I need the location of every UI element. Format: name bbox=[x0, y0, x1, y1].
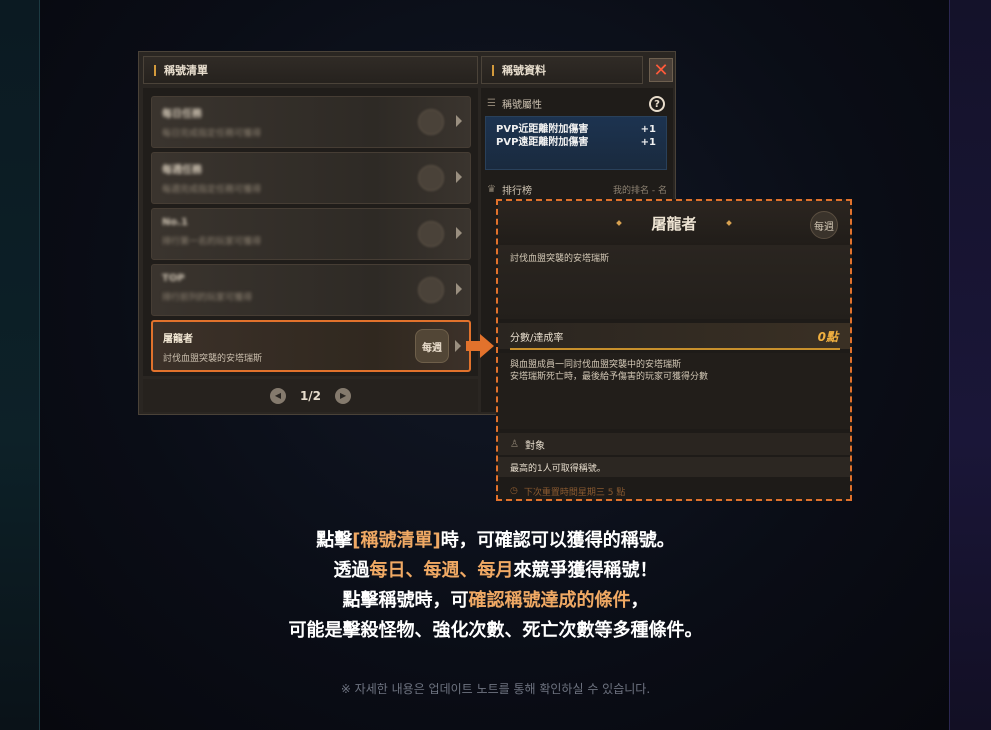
period-badge bbox=[418, 109, 444, 135]
caption-text: ， bbox=[630, 590, 649, 611]
caption-line-4: 可能是擊殺怪物、強化次數、死亡次數等多種條件。 bbox=[288, 620, 703, 641]
attribute-box: PVP近距離附加傷害 +1 PVP遠距離附加傷害 +1 bbox=[485, 116, 667, 170]
title-list-item[interactable]: 每日任務 每日完成指定任務可獲得 bbox=[151, 96, 471, 148]
title-list-item[interactable]: TOP 排行前列的玩家可獲得 bbox=[151, 264, 471, 316]
attribute-line: PVP近距離附加傷害 +1 bbox=[496, 123, 656, 136]
title-detail-popup: 屠龍者 每週 討伐血盟突襲的安塔瑞斯 分數/達成率 0點 與血盟成員一同討伐血盟… bbox=[496, 199, 852, 501]
popup-description: 討伐血盟突襲的安塔瑞斯 bbox=[498, 245, 850, 319]
attribute-value: +1 bbox=[640, 137, 656, 148]
header-accent-bar bbox=[492, 64, 494, 76]
title-item-name: 每週任務 bbox=[162, 165, 202, 176]
target-row: ♙ 對象 bbox=[498, 433, 850, 455]
caption-highlight: [稱號清單] bbox=[352, 530, 441, 551]
caption-text: 時，可確認可以獲得的稱號。 bbox=[440, 530, 675, 551]
title-item-desc: 每日完成指定任務可獲得 bbox=[162, 129, 262, 139]
ranking-row: ♛ 排行榜 我的排名 - 名 bbox=[487, 182, 667, 197]
attribute-label: 稱號屬性 bbox=[501, 100, 542, 111]
period-badge bbox=[418, 165, 444, 191]
target-label: 對象 bbox=[524, 440, 545, 452]
chevron-right-icon bbox=[455, 340, 461, 352]
title-list-item[interactable]: 每週任務 每週完成指定任務可獲得 bbox=[151, 152, 471, 204]
title-list: 每日任務 每日完成指定任務可獲得 每週任務 每週完成指定任務可獲得 No.1 排… bbox=[143, 88, 478, 376]
attribute-value: +1 bbox=[640, 124, 656, 135]
chevron-right-icon bbox=[456, 115, 462, 127]
popup-condition: 與血盟成員一同討伐血盟突襲中的安塔瑞斯 安塔瑞斯死亡時，最後給予傷害的玩家可獲得… bbox=[498, 353, 850, 429]
page-indicator: 1/2 bbox=[299, 388, 322, 403]
next-page-button[interactable]: ▶ bbox=[335, 387, 352, 404]
period-badge bbox=[418, 221, 444, 247]
chevron-right-icon bbox=[456, 171, 462, 183]
title-item-name: 每日任務 bbox=[162, 109, 202, 120]
arrow-right-icon bbox=[466, 334, 496, 358]
title-list-header: 稱號清單 bbox=[143, 56, 478, 84]
title-info-header: 稱號資料 bbox=[481, 56, 643, 84]
score-progress-line bbox=[510, 348, 840, 350]
help-icon[interactable]: ? bbox=[649, 96, 665, 112]
title-list-item[interactable]: No.1 排行第一名的玩家可獲得 bbox=[151, 208, 471, 260]
clock-icon: ◷ bbox=[510, 486, 518, 496]
popup-title: 屠龍者 bbox=[651, 214, 697, 233]
chevron-right-icon bbox=[456, 227, 462, 239]
title-item-desc: 排行第一名的玩家可獲得 bbox=[162, 237, 262, 247]
popup-header: 屠龍者 bbox=[498, 201, 850, 245]
prev-page-button[interactable]: ◀ bbox=[269, 387, 286, 404]
period-badge: 每週 bbox=[415, 329, 449, 363]
close-button[interactable]: ✕ bbox=[649, 58, 673, 82]
crown-icon: ♛ bbox=[487, 184, 496, 195]
caption-text: 透過 bbox=[333, 560, 370, 581]
period-badge bbox=[418, 277, 444, 303]
attribute-line: PVP遠距離附加傷害 +1 bbox=[496, 136, 656, 149]
title-item-desc: 排行前列的玩家可獲得 bbox=[162, 293, 253, 303]
title-list-heading: 稱號清單 bbox=[164, 64, 208, 77]
title-list-item-selected[interactable]: 屠龍者 討伐血盟突襲的安塔瑞斯 每週 bbox=[151, 320, 471, 372]
caption-line-2: 透過每日、每週、每月來競爭獲得稱號！ bbox=[0, 556, 991, 582]
caption-highlight: 確認稱號達成的條件 bbox=[468, 590, 631, 611]
target-value: 最高的1人可取得稱號。 bbox=[498, 457, 850, 477]
ranking-label-group: ♛ 排行榜 bbox=[487, 182, 532, 197]
caption-text: 點擊稱號時，可 bbox=[342, 590, 469, 611]
footnote: ※ 자세한 내용은 업데이트 노트를 통해 확인하실 수 있습니다. bbox=[340, 682, 651, 696]
ranking-label: 排行榜 bbox=[501, 186, 532, 197]
header-accent-bar bbox=[154, 64, 156, 76]
caption-text: 點擊 bbox=[316, 530, 353, 551]
reset-time: 下次重置時間星期三 5 點 bbox=[523, 487, 626, 498]
title-item-desc: 每週完成指定任務可獲得 bbox=[162, 185, 262, 195]
caption-line-3: 點擊稱號時，可確認稱號達成的條件， bbox=[0, 586, 991, 612]
caption-highlight: 每日、每週、每月 bbox=[369, 560, 514, 581]
score-value: 0點 bbox=[817, 329, 838, 344]
arrow-head bbox=[480, 334, 494, 358]
pagination: ◀ 1/2 ▶ bbox=[143, 379, 478, 412]
person-icon: ♙ bbox=[510, 438, 519, 450]
diamond-icon bbox=[616, 220, 623, 226]
attribute-section-header: ☰ 稱號屬性 bbox=[487, 96, 542, 111]
attribute-name: PVP近距離附加傷害 bbox=[496, 124, 589, 135]
title-item-name: No.1 bbox=[162, 217, 188, 228]
diamond-icon bbox=[725, 220, 732, 226]
chevron-right-icon bbox=[456, 283, 462, 295]
condition-line: 安塔瑞斯死亡時，最後給予傷害的玩家可獲得分數 bbox=[510, 372, 709, 382]
condition-line: 與血盟成員一同討伐血盟突襲中的安塔瑞斯 bbox=[510, 360, 682, 370]
title-info-heading: 稱號資料 bbox=[502, 64, 546, 77]
list-icon: ☰ bbox=[487, 98, 496, 109]
my-rank: 我的排名 - 名 bbox=[613, 186, 667, 196]
title-item-name: TOP bbox=[162, 273, 185, 284]
caption-text: 來競爭獲得稱號！ bbox=[513, 560, 658, 581]
caption-line-1: 點擊[稱號清單]時，可確認可以獲得的稱號。 bbox=[0, 526, 991, 552]
score-row: 分數/達成率 0點 bbox=[498, 323, 850, 349]
period-badge: 每週 bbox=[810, 211, 838, 239]
attribute-name: PVP遠距離附加傷害 bbox=[496, 137, 589, 148]
score-label: 分數/達成率 bbox=[510, 332, 564, 344]
reset-row: ◷ 下次重置時間星期三 5 點 bbox=[498, 481, 850, 499]
